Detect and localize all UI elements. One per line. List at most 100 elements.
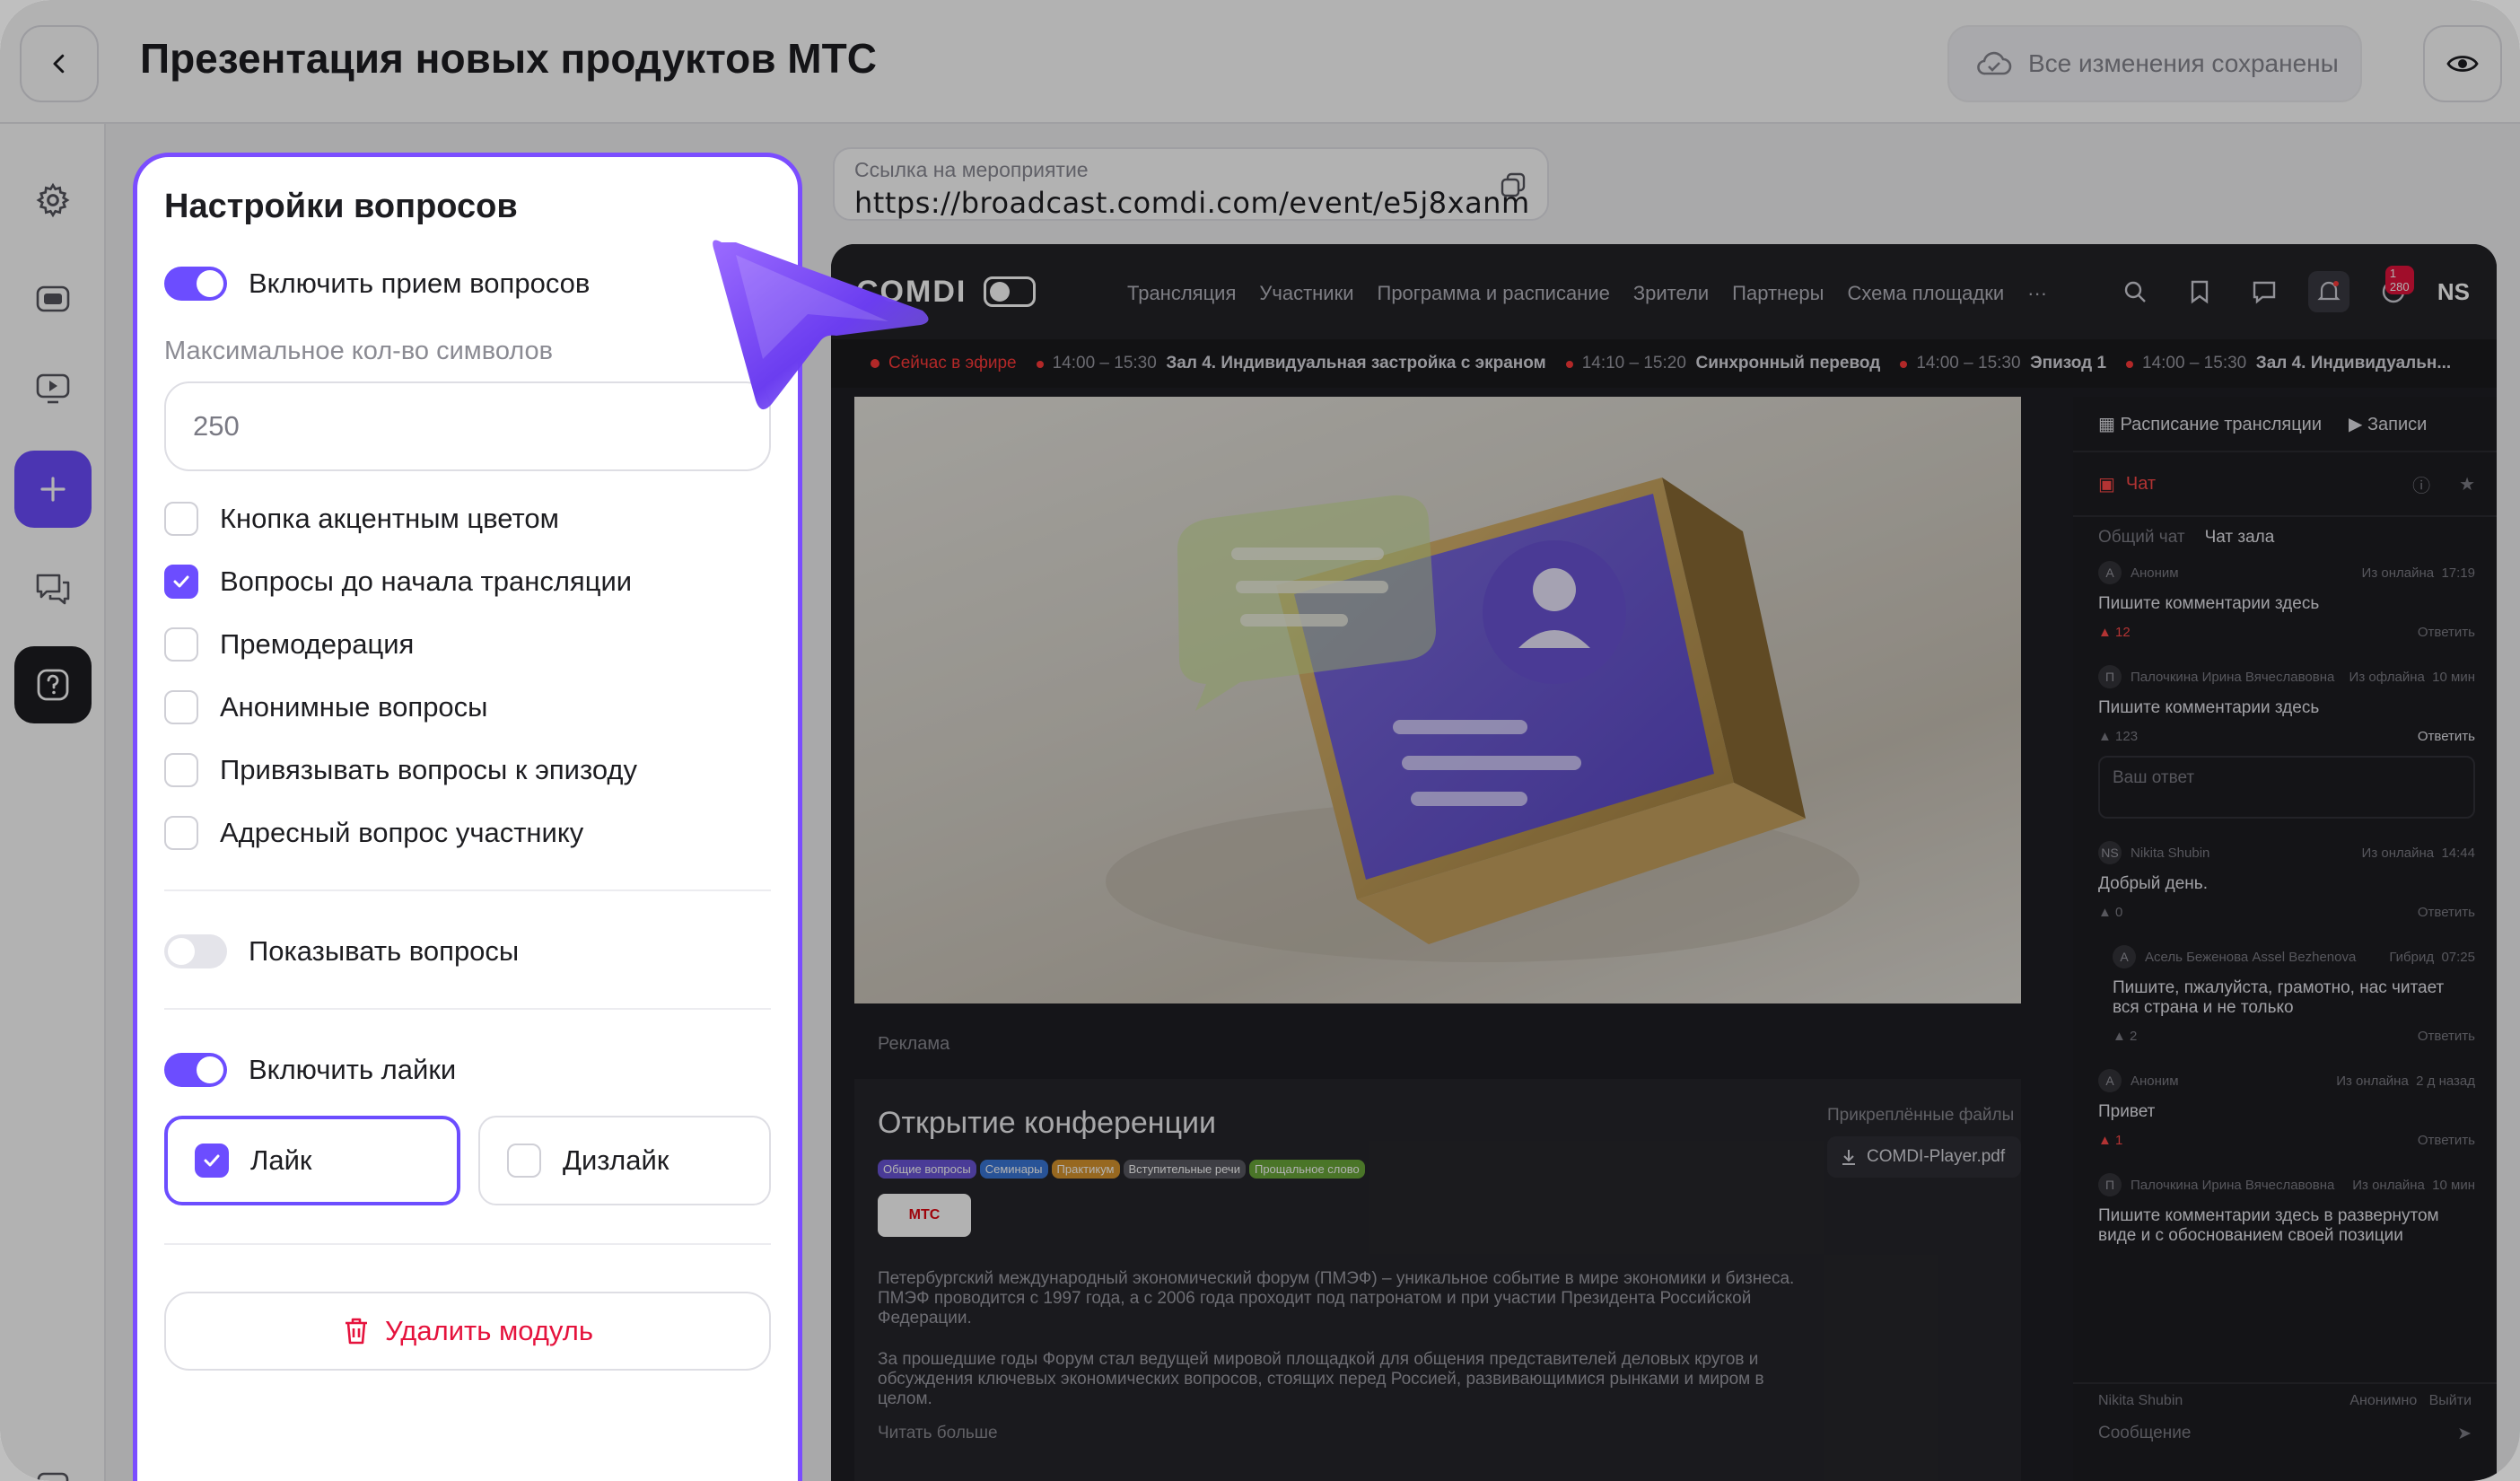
dislike-option[interactable]: Дизлайк <box>478 1116 771 1205</box>
checkbox-checked[interactable] <box>195 1144 229 1178</box>
avatar: П <box>2098 665 2122 688</box>
checkbox[interactable] <box>507 1144 541 1178</box>
ticker-item[interactable]: 14:00 – 15:30 Эпизод 1 <box>1900 354 2106 373</box>
like-button[interactable]: ▲ 2 <box>2113 1029 2137 1044</box>
rail-screen[interactable] <box>14 260 92 337</box>
checkbox-checked[interactable] <box>164 565 198 599</box>
send-icon[interactable]: ➤ <box>2457 1424 2472 1444</box>
ticker-item[interactable]: 14:10 – 15:20 Синхронный перевод <box>1565 354 1880 373</box>
tag[interactable]: Прощальное слово <box>1248 1160 1365 1179</box>
tab-general-chat[interactable]: Общий чат <box>2098 528 2185 548</box>
reply-link[interactable]: Ответить <box>2418 1133 2475 1148</box>
tag[interactable]: Семинары <box>979 1160 1048 1179</box>
player-menu-item[interactable]: Участники <box>1259 282 1353 305</box>
bell-icon[interactable] <box>2307 271 2349 312</box>
player-menu-item[interactable]: Программа и расписание <box>1378 282 1610 305</box>
checkbox[interactable] <box>164 627 198 662</box>
copy-icon[interactable] <box>1499 171 1527 199</box>
tab-schedule-label: Расписание трансляции <box>2120 414 2323 434</box>
search-icon[interactable] <box>2114 271 2156 312</box>
bookmark-icon[interactable] <box>2179 271 2220 312</box>
anonymous-toggle[interactable]: Анонимно <box>2349 1393 2417 1408</box>
rail-video[interactable] <box>14 350 92 427</box>
player-menu-more[interactable]: ··· <box>2027 282 2047 305</box>
player-menu-item[interactable]: Трансляция <box>1127 282 1236 305</box>
ticker-item[interactable]: 14:00 – 15:30 Зал 4. Индивидуальн... <box>2126 354 2451 373</box>
show-questions-toggle[interactable] <box>164 934 227 968</box>
like-count: 1 <box>2115 1132 2123 1148</box>
message-text: Пишите комментарии здесь <box>2098 594 2320 613</box>
option-premoderation[interactable]: Премодерация <box>164 627 414 662</box>
message-text: Пишите комментарии здесь <box>2098 698 2320 717</box>
rail-add-module[interactable] <box>14 451 92 528</box>
checkbox[interactable] <box>164 753 198 787</box>
theme-toggle-icon[interactable] <box>984 276 1036 307</box>
tag[interactable]: Вступительные речи <box>1123 1160 1246 1179</box>
tab-schedule[interactable]: ▦ Расписание трансляции <box>2098 413 2322 435</box>
settings-title: Настройки вопросов <box>164 188 518 225</box>
back-button[interactable] <box>20 25 99 102</box>
show-questions-row[interactable]: Показывать вопросы <box>164 934 519 968</box>
option-link-to-episode[interactable]: Привязывать вопросы к эпизоду <box>164 753 637 787</box>
dot-icon <box>1036 361 1044 368</box>
screen-icon <box>36 285 70 312</box>
ad-label: Реклама <box>878 1034 950 1054</box>
ticker-item[interactable]: 14:00 – 15:30 Зал 4. Индивидуальная заст… <box>1036 354 1546 373</box>
rail-questions[interactable] <box>14 646 92 723</box>
option-questions-before-start[interactable]: Вопросы до начала трансляции <box>164 565 632 599</box>
reply-input[interactable]: Ваш ответ <box>2098 756 2475 819</box>
option-anonymous[interactable]: Анонимные вопросы <box>164 690 487 724</box>
user-initials[interactable]: NS <box>2437 278 2470 306</box>
enable-likes-row[interactable]: Включить лайки <box>164 1053 456 1087</box>
message-icon[interactable] <box>2244 271 2285 312</box>
message-input[interactable]: Сообщение <box>2098 1424 2191 1444</box>
option-accent-button[interactable]: Кнопка акцентным цветом <box>164 502 559 536</box>
help-icon[interactable]: ⓘ <box>2412 471 2430 497</box>
like-button[interactable]: ▲ 12 <box>2098 625 2131 640</box>
checkbox[interactable] <box>164 690 198 724</box>
player-menu-item[interactable]: Схема площадки <box>1847 282 2004 305</box>
save-status-button[interactable]: Все изменения сохранены <box>1947 25 2362 102</box>
max-chars-input[interactable]: 250 <box>164 381 771 471</box>
tab-records[interactable]: ▶ Записи <box>2349 413 2427 435</box>
reply-link[interactable]: Ответить <box>2418 1029 2475 1044</box>
tab-hall-chat[interactable]: Чат зала <box>2205 528 2275 548</box>
enable-questions-toggle[interactable] <box>164 267 227 301</box>
reply-link[interactable]: Ответить <box>2418 729 2475 744</box>
trophy-icon[interactable]: ★ <box>2459 473 2475 495</box>
avatar: А <box>2113 945 2136 968</box>
like-count: 2 <box>2130 1028 2138 1044</box>
checkbox[interactable] <box>164 502 198 536</box>
preview-button[interactable] <box>2423 25 2502 102</box>
rail-more[interactable] <box>14 1443 92 1481</box>
file-download-button[interactable]: COMDI-Player.pdf <box>1827 1136 2021 1178</box>
read-more-link[interactable]: Читать больше <box>878 1424 998 1443</box>
like-button[interactable]: ▲ 1 <box>2098 1133 2122 1148</box>
like-option[interactable]: Лайк <box>164 1116 460 1205</box>
video-frame[interactable] <box>854 397 2021 1003</box>
reply-link[interactable]: Ответить <box>2418 905 2475 920</box>
option-address-question[interactable]: Адресный вопрос участнику <box>164 816 583 850</box>
cloud-check-icon <box>1977 51 2012 75</box>
chat-title[interactable]: Чат <box>2126 474 2156 495</box>
logout-link[interactable]: Выйти <box>2429 1393 2472 1408</box>
like-button[interactable]: ▲ 123 <box>2098 729 2138 744</box>
enable-likes-toggle[interactable] <box>164 1053 227 1087</box>
player-menu-item[interactable]: Зрители <box>1633 282 1709 305</box>
message-time: 07:25 <box>2441 949 2475 965</box>
tag[interactable]: Общие вопросы <box>878 1160 976 1179</box>
enable-questions-row[interactable]: Включить прием вопросов <box>164 267 590 301</box>
chat-message: NS Nikita Shubin Из онлайна 14:44 Добрый д… <box>2098 838 2475 923</box>
delete-module-button[interactable]: Удалить модуль <box>164 1292 771 1371</box>
online-counter-icon[interactable]: 1 280 <box>2373 266 2414 312</box>
event-link-field[interactable]: Ссылка на мероприятие https://broadcast.… <box>833 147 1549 221</box>
reply-link[interactable]: Ответить <box>2418 625 2475 640</box>
rail-settings[interactable] <box>14 162 92 239</box>
player-menu-item[interactable]: Партнеры <box>1732 282 1824 305</box>
checkmark-icon <box>204 1154 220 1167</box>
checkbox[interactable] <box>164 816 198 850</box>
tag[interactable]: Практикум <box>1051 1160 1120 1179</box>
conference-title: Открытие конференции <box>878 1106 1217 1140</box>
rail-chat[interactable] <box>14 549 92 627</box>
like-button[interactable]: ▲ 0 <box>2098 905 2122 920</box>
